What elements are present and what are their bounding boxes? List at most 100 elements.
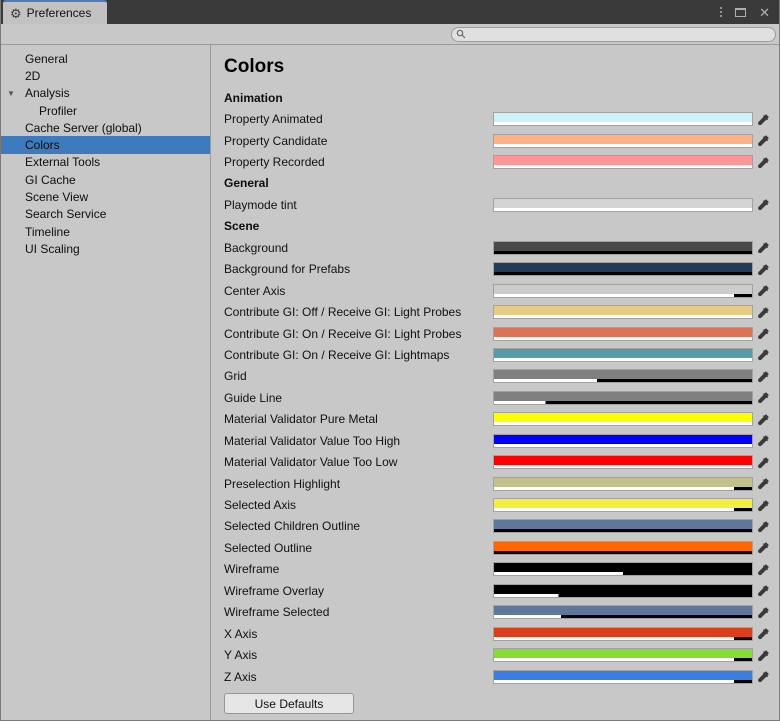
swatch-alpha-bar	[494, 508, 752, 511]
color-swatch[interactable]	[493, 134, 753, 148]
eyedropper-icon[interactable]	[756, 412, 771, 427]
eyedropper-icon[interactable]	[756, 369, 771, 384]
sidebar-item-label: Scene View	[25, 190, 88, 204]
color-swatch[interactable]	[493, 262, 753, 276]
color-swatch[interactable]	[493, 305, 753, 319]
eyedropper-icon[interactable]	[756, 562, 771, 577]
eyedropper-icon[interactable]	[756, 583, 771, 598]
close-icon[interactable]: ✕	[759, 6, 770, 19]
color-swatch[interactable]	[493, 519, 753, 533]
color-label: Z Axis	[224, 670, 257, 684]
swatch-alpha-bar	[494, 615, 752, 618]
color-label: Wireframe Selected	[224, 605, 329, 619]
color-swatch[interactable]	[493, 670, 753, 684]
color-swatch[interactable]	[493, 241, 753, 255]
sidebar-item-general[interactable]: General	[1, 50, 210, 67]
sidebar-item-scene-view[interactable]: Scene View	[1, 188, 210, 205]
sidebar-item-search-service[interactable]: Search Service	[1, 206, 210, 223]
search-input[interactable]	[466, 28, 771, 40]
eyedropper-icon[interactable]	[756, 305, 771, 320]
eyedropper-icon[interactable]	[756, 540, 771, 555]
sidebar-item-ui-scaling[interactable]: UI Scaling	[1, 240, 210, 257]
foldout-triangle-icon[interactable]: ▼	[7, 89, 15, 98]
swatch-alpha-bar	[494, 294, 752, 297]
swatch-color	[494, 392, 752, 401]
eyedropper-icon[interactable]	[756, 648, 771, 663]
swatch-color	[494, 263, 752, 272]
sidebar-item-gi-cache[interactable]: GI Cache	[1, 171, 210, 188]
sidebar-item-analysis[interactable]: ▼Analysis	[1, 85, 210, 102]
color-swatch[interactable]	[493, 627, 753, 641]
color-swatch[interactable]	[493, 391, 753, 405]
section-header: Scene	[224, 219, 259, 233]
tab-preferences[interactable]: ⚙ Preferences	[3, 0, 107, 24]
color-swatch[interactable]	[493, 284, 753, 298]
color-swatch[interactable]	[493, 369, 753, 383]
eyedropper-icon[interactable]	[756, 519, 771, 534]
eyedropper-icon[interactable]	[756, 455, 771, 470]
swatch-alpha-bar	[494, 658, 752, 661]
sidebar-item-colors[interactable]: Colors	[1, 136, 210, 153]
color-swatch[interactable]	[493, 648, 753, 662]
gear-icon: ⚙	[10, 7, 22, 20]
eyedropper-icon[interactable]	[756, 283, 771, 298]
eyedropper-icon[interactable]	[756, 626, 771, 641]
color-swatch[interactable]	[493, 198, 753, 212]
swatch-color	[494, 456, 752, 465]
swatch-alpha-bar	[494, 144, 752, 147]
swatch-alpha-bar	[494, 379, 752, 382]
sidebar-item-timeline[interactable]: Timeline	[1, 223, 210, 240]
eyedropper-icon[interactable]	[756, 498, 771, 513]
maximize-icon[interactable]	[735, 8, 746, 17]
color-swatch[interactable]	[493, 498, 753, 512]
color-row: Background for Prefabs	[224, 259, 771, 280]
sidebar-item-cache-server-global-[interactable]: Cache Server (global)	[1, 119, 210, 136]
color-swatch[interactable]	[493, 455, 753, 469]
color-swatch[interactable]	[493, 112, 753, 126]
color-row: Guide Line	[224, 387, 771, 408]
swatch-color	[494, 628, 752, 637]
color-label: Wireframe	[224, 562, 279, 576]
color-swatch[interactable]	[493, 434, 753, 448]
color-label: Material Validator Value Too Low	[224, 455, 397, 469]
eyedropper-icon[interactable]	[756, 326, 771, 341]
eyedropper-icon[interactable]	[756, 112, 771, 127]
sidebar-item-external-tools[interactable]: External Tools	[1, 154, 210, 171]
swatch-color	[494, 606, 752, 615]
swatch-alpha-bar	[494, 337, 752, 340]
color-row: Property Recorded	[224, 151, 771, 172]
color-row: Playmode tint	[224, 194, 771, 215]
color-swatch[interactable]	[493, 562, 753, 576]
eyedropper-icon[interactable]	[756, 240, 771, 255]
eyedropper-icon[interactable]	[756, 669, 771, 684]
use-defaults-button[interactable]: Use Defaults	[224, 693, 354, 714]
eyedropper-icon[interactable]	[756, 262, 771, 277]
color-swatch[interactable]	[493, 584, 753, 598]
kebab-menu-icon[interactable]	[720, 7, 722, 17]
eyedropper-icon[interactable]	[756, 133, 771, 148]
color-swatch[interactable]	[493, 605, 753, 619]
color-swatch[interactable]	[493, 327, 753, 341]
eyedropper-icon[interactable]	[756, 347, 771, 362]
main-panel: Colors AnimationProperty Animated Proper…	[211, 45, 779, 720]
eyedropper-icon[interactable]	[756, 197, 771, 212]
color-swatch[interactable]	[493, 477, 753, 491]
color-swatch[interactable]	[493, 155, 753, 169]
eyedropper-icon[interactable]	[756, 605, 771, 620]
swatch-alpha-bar	[494, 208, 752, 211]
eyedropper-icon[interactable]	[756, 390, 771, 405]
color-swatch[interactable]	[493, 348, 753, 362]
sidebar-item-label: Search Service	[25, 207, 106, 221]
sidebar-item-2d[interactable]: 2D	[1, 67, 210, 84]
eyedropper-icon[interactable]	[756, 433, 771, 448]
swatch-color	[494, 585, 752, 594]
eyedropper-icon[interactable]	[756, 155, 771, 170]
page-title: Colors	[224, 56, 771, 78]
color-row: Material Validator Value Too High	[224, 430, 771, 451]
sidebar-item-profiler[interactable]: Profiler	[1, 102, 210, 119]
color-swatch[interactable]	[493, 412, 753, 426]
eyedropper-icon[interactable]	[756, 476, 771, 491]
search-box[interactable]	[451, 27, 776, 42]
color-swatch[interactable]	[493, 541, 753, 555]
color-label: Selected Outline	[224, 541, 312, 555]
